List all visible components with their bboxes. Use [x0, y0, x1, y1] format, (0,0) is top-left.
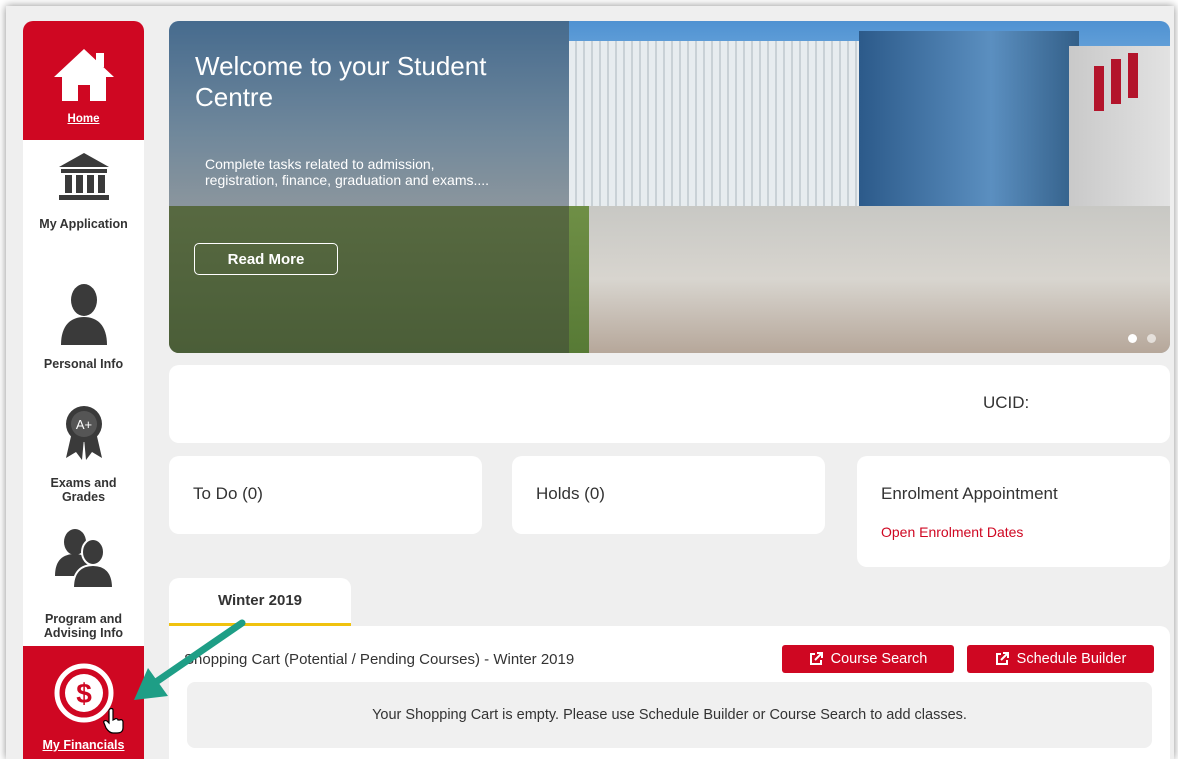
building-image: [569, 41, 899, 211]
shopping-cart-title: Shopping Cart (Potential / Pending Cours…: [184, 651, 575, 668]
carousel-dot[interactable]: [1147, 334, 1156, 343]
open-enrolment-dates-link[interactable]: Open Enrolment Dates: [881, 524, 1023, 540]
sidebar-item-program-advising[interactable]: Program and Advising Info: [23, 528, 144, 646]
sidebar-item-label: Personal Info: [43, 357, 124, 371]
sidebar-item-label: My Financials: [42, 738, 125, 752]
tab-winter-2019[interactable]: Winter 2019: [169, 578, 351, 626]
enrolment-card: Enrolment Appointment Open Enrolment Dat…: [857, 456, 1170, 567]
ucid-label: UCID:: [983, 393, 1030, 412]
empty-cart-message: Your Shopping Cart is empty. Please use …: [187, 682, 1152, 748]
ucid-card: UCID:: [169, 365, 1170, 443]
hero-carousel: Welcome to your Student Centre Complete …: [169, 21, 1170, 353]
read-more-button[interactable]: Read More: [194, 243, 338, 275]
course-search-label: Course Search: [830, 651, 928, 667]
student-centre-page: Home My Application Personal Info A+ Exa…: [6, 6, 1174, 759]
sidebar-item-label: Exams and Grades: [50, 476, 117, 504]
institution-icon: [58, 153, 109, 200]
carousel-dot[interactable]: [1128, 334, 1137, 343]
award-ribbon-icon: A+: [65, 406, 102, 460]
home-icon: [53, 49, 114, 101]
sidebar-item-my-application[interactable]: My Application: [23, 151, 144, 261]
hand-cursor-icon: [103, 708, 124, 734]
svg-text:$: $: [76, 678, 92, 709]
sidebar-item-exams-and-grades[interactable]: A+ Exams and Grades: [23, 404, 144, 514]
sidebar-item-label: Home: [67, 113, 100, 125]
sidebar-item-label: My Application: [39, 217, 128, 231]
shopping-cart-panel: Shopping Cart (Potential / Pending Cours…: [169, 626, 1170, 759]
schedule-builder-button[interactable]: Schedule Builder: [967, 645, 1154, 673]
external-link-icon: [809, 652, 823, 665]
sidebar-item-personal-info[interactable]: Personal Info: [23, 283, 144, 383]
svg-text:A+: A+: [75, 417, 91, 432]
person-icon: [60, 284, 107, 345]
external-link-icon: [995, 652, 1009, 665]
hero-title: Welcome to your Student Centre: [195, 51, 487, 112]
course-search-button[interactable]: Course Search: [782, 645, 954, 673]
sidebar-nav: Home My Application Personal Info A+ Exa…: [23, 21, 144, 759]
sidebar-item-my-financials[interactable]: $ My Financials: [23, 646, 144, 759]
carousel-dots: [1128, 334, 1156, 343]
people-icon: [54, 529, 114, 588]
sidebar-item-label: Program and Advising Info: [43, 612, 124, 640]
schedule-builder-label: Schedule Builder: [1016, 651, 1127, 667]
hero-text: Complete tasks related to admission, reg…: [205, 156, 490, 188]
todo-title: To Do (0): [193, 484, 263, 503]
todo-card[interactable]: To Do (0): [169, 456, 482, 534]
sidebar-item-home[interactable]: Home: [23, 21, 144, 140]
holds-title: Holds (0): [536, 484, 605, 503]
holds-card[interactable]: Holds (0): [512, 456, 825, 534]
enrolment-title: Enrolment Appointment: [881, 484, 1058, 503]
